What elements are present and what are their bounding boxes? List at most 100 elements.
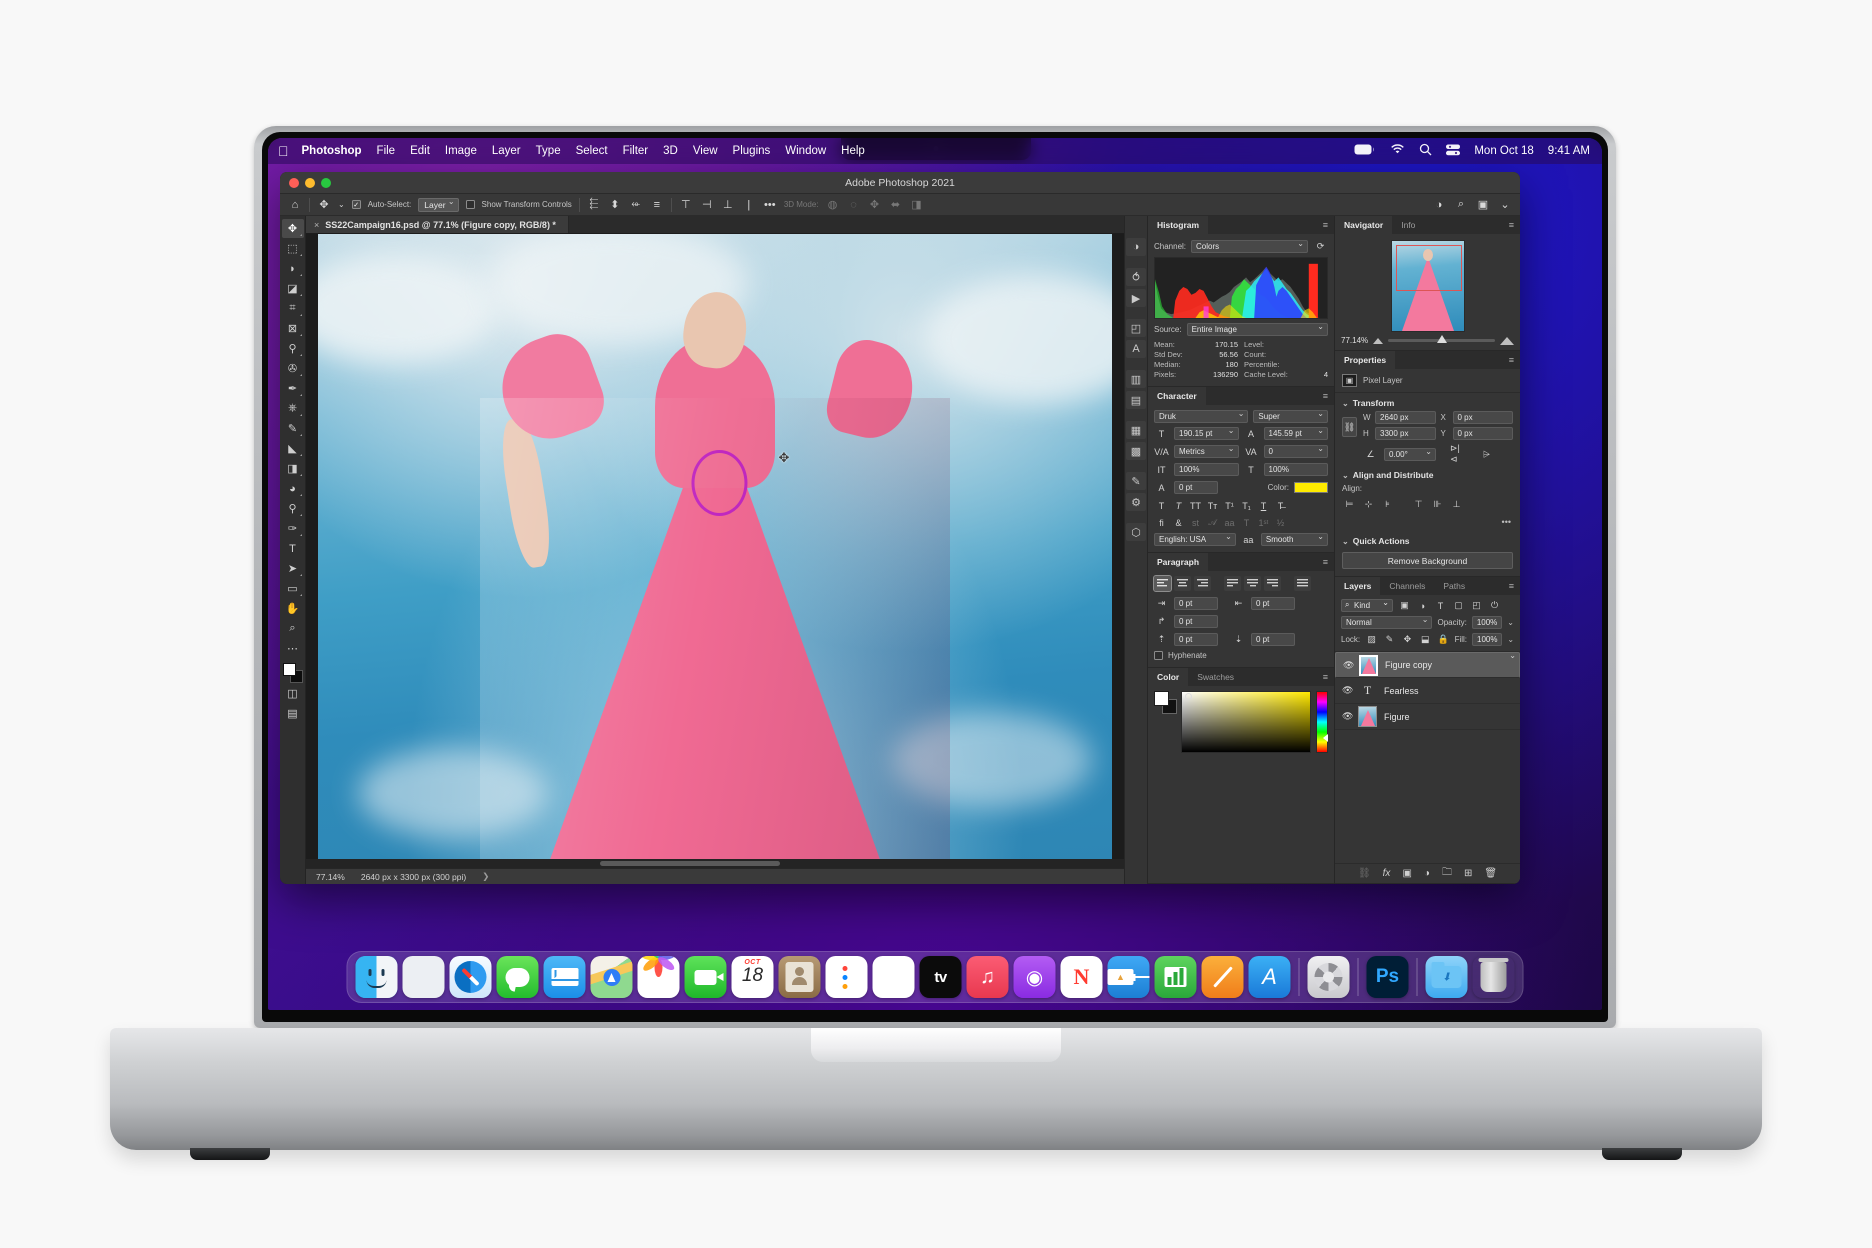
align-section-title[interactable]: ⌄ Align and Distribute [1335, 465, 1520, 483]
strikethrough-icon[interactable]: T̶ [1273, 499, 1288, 513]
faux-bold-icon[interactable]: T [1154, 499, 1169, 513]
character-styles-icon[interactable]: A [1126, 340, 1146, 358]
small-caps-icon[interactable]: Tᴛ [1205, 499, 1220, 513]
align-text-center-icon[interactable] [1174, 575, 1191, 591]
font-style-dropdown[interactable]: Super [1253, 409, 1328, 423]
chevron-down-icon[interactable]: ⌄ [1342, 537, 1349, 546]
color-swatches[interactable] [1154, 690, 1177, 714]
layer-name[interactable]: Fearless [1384, 686, 1419, 696]
align-bottom-icon[interactable]: ⊥ [1449, 497, 1464, 511]
dock-item-facetime[interactable] [684, 956, 727, 998]
dock-item-photos[interactable] [637, 956, 680, 998]
menu-view[interactable]: View [693, 145, 718, 157]
text-layer-icon[interactable]: T [1358, 680, 1377, 701]
layer-row-figure[interactable]: 👁 Figure [1335, 704, 1520, 730]
dock-item-news[interactable]: N [1060, 956, 1103, 998]
chevron-down-icon[interactable]: ⌄ [338, 200, 345, 209]
tab-histogram[interactable]: Histogram [1148, 216, 1209, 234]
adjustment-layer-icon[interactable]: ◑ [1424, 868, 1430, 879]
dock-item-system-settings[interactable] [1307, 956, 1350, 998]
document-tab[interactable]: × SS22Campaign16.psd @ 77.1% (Figure cop… [306, 216, 569, 233]
chevron-down-icon[interactable]: ⌄ [1507, 635, 1514, 644]
tab-swatches[interactable]: Swatches [1188, 668, 1243, 686]
menu-filter[interactable]: Filter [623, 145, 649, 157]
dock-item-trash[interactable] [1473, 956, 1515, 998]
new-layer-icon[interactable]: ⊞ [1464, 868, 1472, 879]
filter-pixel-icon[interactable]: ▣ [1398, 599, 1411, 612]
filter-kind-dropdown[interactable]: Kind [1341, 598, 1393, 612]
wifi-icon[interactable] [1390, 144, 1405, 158]
remove-background-button[interactable]: Remove Background [1342, 552, 1513, 569]
indent-left-field[interactable]: 0 pt [1174, 597, 1218, 610]
justify-all-icon[interactable] [1294, 575, 1311, 591]
layer-visibility-icon[interactable]: 👁 [1343, 660, 1354, 671]
justify-last-center-icon[interactable] [1244, 575, 1261, 591]
zoom-window-button[interactable] [321, 177, 331, 188]
hyphenate-checkbox[interactable] [1154, 650, 1163, 660]
pen-tool[interactable]: ✑ [282, 519, 304, 538]
battery-icon[interactable] [1354, 144, 1376, 158]
standard-ligatures-icon[interactable]: fi [1154, 516, 1169, 530]
chevron-down-icon[interactable]: ⌄ [1498, 198, 1512, 212]
panel-menu-icon[interactable]: ≡ [1509, 577, 1520, 595]
color-picker-handle[interactable] [1185, 692, 1192, 700]
lock-position-icon[interactable]: ✥ [1401, 633, 1414, 646]
timeline-icon[interactable]: ▦ [1126, 421, 1146, 439]
font-family-dropdown[interactable]: Druk [1154, 409, 1249, 423]
panel-menu-icon[interactable]: ≡ [1323, 668, 1334, 686]
home-icon[interactable]: ⌂ [288, 198, 302, 212]
align-top-icon[interactable]: ⊤ [1411, 497, 1426, 511]
delete-layer-icon[interactable]: 🗑 [1484, 868, 1497, 879]
workspace-icon[interactable]: ◑ [1432, 198, 1446, 212]
align-text-right-icon[interactable] [1194, 575, 1211, 591]
angle-field[interactable]: 0.00° [1384, 447, 1436, 461]
channel-dropdown[interactable]: Colors [1191, 239, 1308, 253]
zoom-out-icon[interactable] [1373, 337, 1384, 344]
panel-menu-icon[interactable]: ≡ [1509, 216, 1520, 234]
filter-smart-object-icon[interactable]: ◰ [1470, 599, 1483, 612]
indent-right-field[interactable]: 0 pt [1251, 597, 1295, 610]
filter-type-icon[interactable]: T [1434, 599, 1447, 612]
play-icon[interactable]: ▶ [1126, 289, 1146, 307]
menu-window[interactable]: Window [785, 145, 826, 157]
menu-plugins[interactable]: Plugins [733, 145, 771, 157]
align-text-left-icon[interactable] [1153, 574, 1172, 592]
quick-mask-icon[interactable]: ◫ [282, 684, 304, 703]
layer-row-figure-copy[interactable]: 👁 Figure copy [1335, 651, 1520, 678]
tab-character[interactable]: Character [1148, 386, 1206, 405]
ellipsis-icon[interactable]: ••• [763, 198, 777, 212]
underline-icon[interactable]: T [1256, 499, 1271, 513]
menu-type[interactable]: Type [536, 145, 561, 157]
3d-icon[interactable]: ⬡ [1126, 523, 1146, 541]
crop-tool[interactable]: ⌗ [282, 299, 304, 318]
indent-first-line-field[interactable]: 0 pt [1174, 615, 1218, 628]
dock-item-finder[interactable] [355, 956, 398, 998]
layer-thumbnail[interactable] [1359, 654, 1378, 676]
dock-item-notes[interactable] [872, 956, 915, 998]
screen-mode-icon[interactable]: ▤ [282, 704, 304, 723]
search-icon[interactable]: ⌕ [1454, 198, 1468, 212]
dock-item-reminders[interactable] [825, 956, 868, 998]
new-group-icon[interactable]: 🗀 [1442, 865, 1452, 882]
align-center-icon[interactable]: ⊹ [1361, 497, 1376, 511]
dock-item-numbers[interactable] [1154, 956, 1197, 998]
dock-item-music[interactable]: ♫ [966, 956, 1009, 998]
panel-menu-icon[interactable]: ≡ [1323, 216, 1334, 234]
source-dropdown[interactable]: Entire Image [1186, 323, 1328, 336]
x-field[interactable]: 0 px [1452, 411, 1513, 424]
dock-item-safari[interactable] [449, 956, 492, 998]
menubar-app-name[interactable]: Photoshop [302, 145, 362, 157]
search-icon[interactable] [1419, 143, 1432, 159]
actions-icon[interactable]: ⥀ [1126, 268, 1146, 286]
dock-item-messages[interactable] [496, 956, 539, 998]
menubar-date[interactable]: Mon Oct 18 [1474, 145, 1533, 157]
align-horizontal-centers-icon[interactable]: ⬍ [608, 198, 622, 212]
distribute-vertical-centers-icon[interactable]: ⊣ [700, 198, 714, 212]
font-size-field[interactable]: 190.15 pt [1174, 427, 1239, 440]
panel-menu-icon[interactable]: ≡ [1323, 553, 1334, 571]
move-tool-icon[interactable]: ✥ [317, 198, 331, 212]
tab-info[interactable]: Info [1392, 216, 1424, 234]
hue-slider-handle[interactable] [1323, 733, 1328, 742]
dock-item-photoshop[interactable]: Ps [1366, 956, 1409, 998]
quick-actions-title[interactable]: ⌄ Quick Actions [1335, 531, 1520, 549]
